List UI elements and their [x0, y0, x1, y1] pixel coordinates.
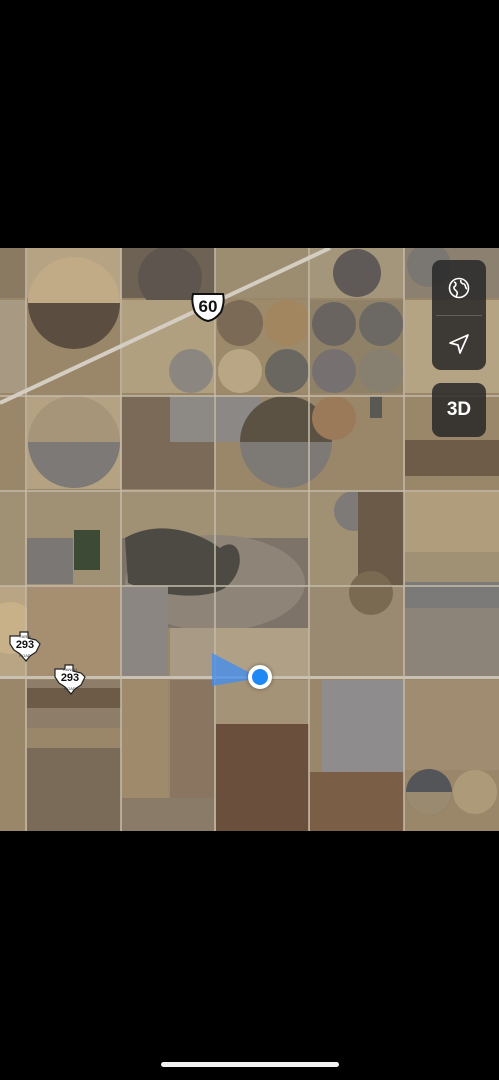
view-3d-button[interactable]: 3D [432, 383, 486, 437]
farm-road-number: 293 [15, 639, 35, 651]
home-indicator[interactable] [161, 1062, 339, 1067]
us-highway-number: 60 [198, 297, 218, 316]
track-location-button[interactable] [432, 316, 486, 370]
ranch-road-number: 293 [60, 672, 80, 684]
ranch-road-shield: RANCH 293 ROAD [53, 663, 87, 695]
us-highway-shield: 60 [190, 292, 226, 322]
farm-road-shield: FARM 293 ROAD [8, 630, 42, 662]
map-controls [432, 260, 486, 370]
satellite-map[interactable]: 60 FARM 293 ROAD RANCH 293 ROAD [0, 248, 499, 831]
location-arrow-icon [449, 333, 469, 354]
globe-icon [448, 277, 470, 298]
satellite-imagery [0, 248, 499, 831]
map-style-button[interactable] [432, 260, 486, 315]
current-location-dot [248, 665, 272, 689]
